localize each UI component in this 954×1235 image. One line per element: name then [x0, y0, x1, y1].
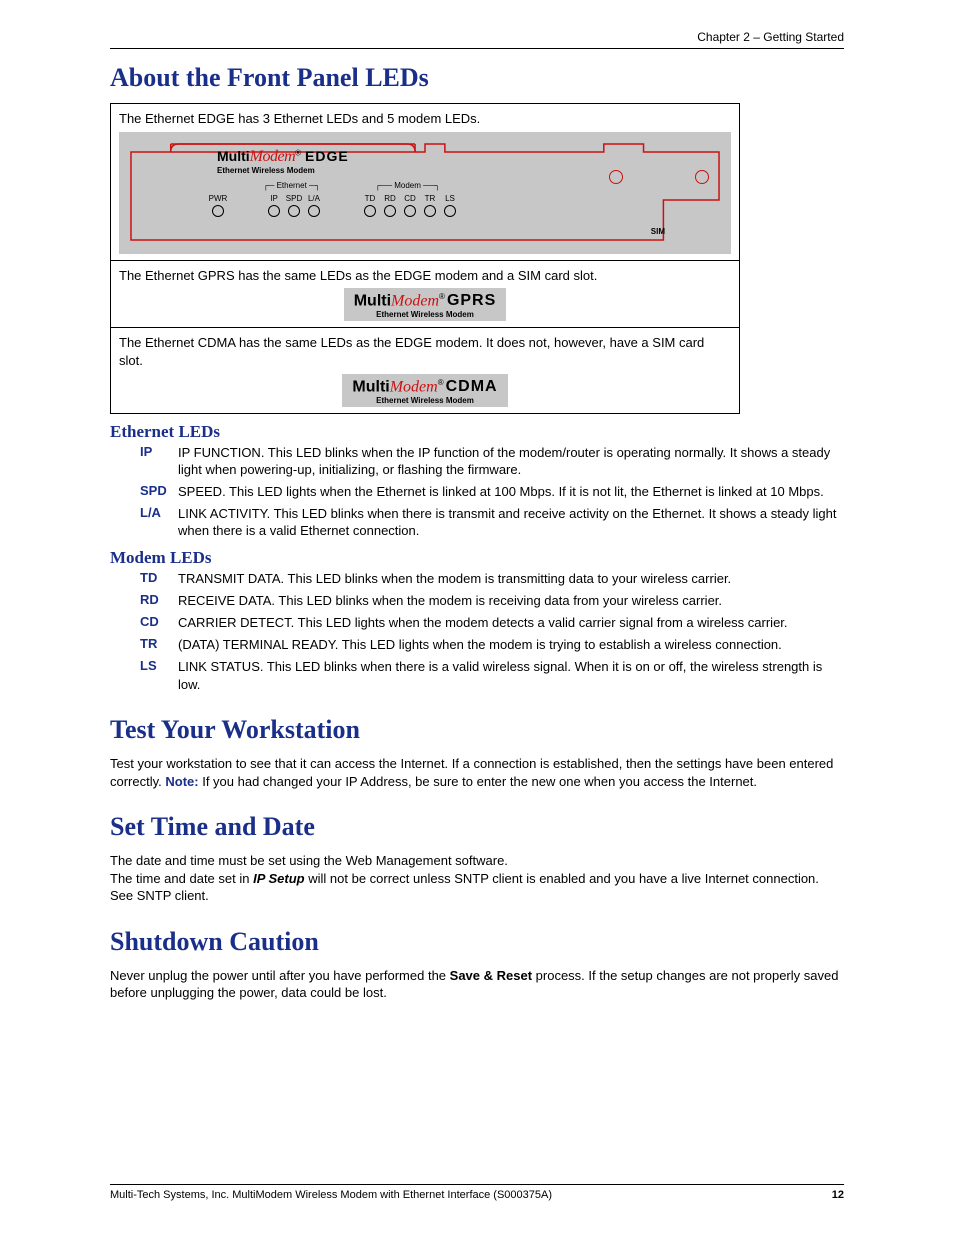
led-ls — [444, 205, 456, 217]
modem-led-desc: CARRIER DETECT. This LED lights when the… — [178, 614, 838, 632]
modem-led-desc: RECEIVE DATA. This LED blinks when the m… — [178, 592, 838, 610]
header-rule — [110, 48, 844, 49]
led-spd — [288, 205, 300, 217]
note-label: Note: — [165, 774, 198, 789]
heading-about-leds: About the Front Panel LEDs — [110, 63, 844, 93]
led-ip — [268, 205, 280, 217]
led-label-la: L/A — [308, 194, 320, 203]
antenna-port-left — [609, 170, 623, 184]
led-row: PWR IP SPD L/A TD RD CD TR LS — [209, 194, 459, 217]
modem-led-desc: LINK STATUS. This LED blinks when there … — [178, 658, 838, 693]
heading-set-time: Set Time and Date — [110, 812, 844, 842]
modem-led-code: RD — [140, 592, 178, 607]
led-label-rd: RD — [384, 194, 396, 203]
led-label-tr: TR — [425, 194, 436, 203]
modem-led-def-row: TR(DATA) TERMINAL READY. This LED lights… — [140, 636, 844, 654]
led-label-pwr: PWR — [209, 194, 228, 203]
ethernet-led-def-row: SPDSPEED. This LED lights when the Ether… — [140, 483, 844, 501]
heading-ethernet-leds: Ethernet LEDs — [110, 422, 844, 442]
ethernet-led-def-row: IPIP FUNCTION. This LED blinks when the … — [140, 444, 844, 479]
brand-cdma-badge: MultiModem®CDMA Ethernet Wireless Modem — [342, 374, 507, 407]
set-time-p2: The time and date set in IP Setup will n… — [110, 870, 844, 905]
page-footer: Multi-Tech Systems, Inc. MultiModem Wire… — [110, 1184, 844, 1201]
edge-diagram: MultiModem®EDGE Ethernet Wireless Modem … — [119, 132, 731, 254]
sim-slot-label: SIM — [651, 227, 665, 236]
brand-subtitle: Ethernet Wireless Modem — [217, 166, 315, 175]
gprs-description: The Ethernet GPRS has the same LEDs as t… — [119, 267, 731, 285]
led-label-ls: LS — [445, 194, 455, 203]
heading-modem-leds: Modem LEDs — [110, 548, 844, 568]
page-number: 12 — [832, 1189, 844, 1201]
ethernet-group-label: ┌─ Ethernet ─┐ — [263, 181, 320, 190]
edge-description: The Ethernet EDGE has 3 Ethernet LEDs an… — [119, 110, 731, 128]
modem-led-code: TR — [140, 636, 178, 651]
led-td — [364, 205, 376, 217]
modem-led-def-row: LSLINK STATUS. This LED blinks when ther… — [140, 658, 844, 693]
ethernet-led-code: L/A — [140, 505, 178, 520]
front-panel-table: The Ethernet EDGE has 3 Ethernet LEDs an… — [110, 103, 740, 414]
ethernet-led-code: IP — [140, 444, 178, 459]
test-workstation-text: Test your workstation to see that it can… — [110, 755, 844, 790]
modem-led-code: CD — [140, 614, 178, 629]
ethernet-led-desc: SPEED. This LED lights when the Ethernet… — [178, 483, 838, 501]
brand-edge: MultiModem®EDGE — [217, 148, 349, 166]
save-reset-term: Save & Reset — [450, 968, 532, 983]
ip-setup-term: IP Setup — [253, 871, 305, 886]
led-label-ip: IP — [270, 194, 278, 203]
led-rd — [384, 205, 396, 217]
ethernet-led-desc: IP FUNCTION. This LED blinks when the IP… — [178, 444, 838, 479]
heading-shutdown: Shutdown Caution — [110, 927, 844, 957]
modem-group-label: ┌── Modem ──┐ — [375, 181, 440, 190]
antenna-port-right — [695, 170, 709, 184]
led-la — [308, 205, 320, 217]
set-time-p1: The date and time must be set using the … — [110, 852, 844, 870]
modem-led-def-row: RDRECEIVE DATA. This LED blinks when the… — [140, 592, 844, 610]
modem-led-code: TD — [140, 570, 178, 585]
led-label-cd: CD — [404, 194, 416, 203]
led-label-spd: SPD — [286, 194, 302, 203]
led-tr — [424, 205, 436, 217]
footer-text: Multi-Tech Systems, Inc. MultiModem Wire… — [110, 1189, 552, 1201]
chapter-header: Chapter 2 – Getting Started — [110, 30, 844, 44]
modem-led-def-row: TDTRANSMIT DATA. This LED blinks when th… — [140, 570, 844, 588]
modem-led-def-row: CDCARRIER DETECT. This LED lights when t… — [140, 614, 844, 632]
cdma-description: The Ethernet CDMA has the same LEDs as t… — [119, 334, 731, 369]
led-pwr — [212, 205, 224, 217]
ethernet-led-def-row: L/ALINK ACTIVITY. This LED blinks when t… — [140, 505, 844, 540]
ethernet-led-desc: LINK ACTIVITY. This LED blinks when ther… — [178, 505, 838, 540]
shutdown-text: Never unplug the power until after you h… — [110, 967, 844, 1002]
led-label-td: TD — [365, 194, 376, 203]
modem-led-desc: TRANSMIT DATA. This LED blinks when the … — [178, 570, 838, 588]
modem-led-code: LS — [140, 658, 178, 673]
heading-test-workstation: Test Your Workstation — [110, 715, 844, 745]
led-cd — [404, 205, 416, 217]
ethernet-led-code: SPD — [140, 483, 178, 498]
modem-led-desc: (DATA) TERMINAL READY. This LED lights w… — [178, 636, 838, 654]
brand-gprs-badge: MultiModem®GPRS Ethernet Wireless Modem — [344, 288, 507, 321]
